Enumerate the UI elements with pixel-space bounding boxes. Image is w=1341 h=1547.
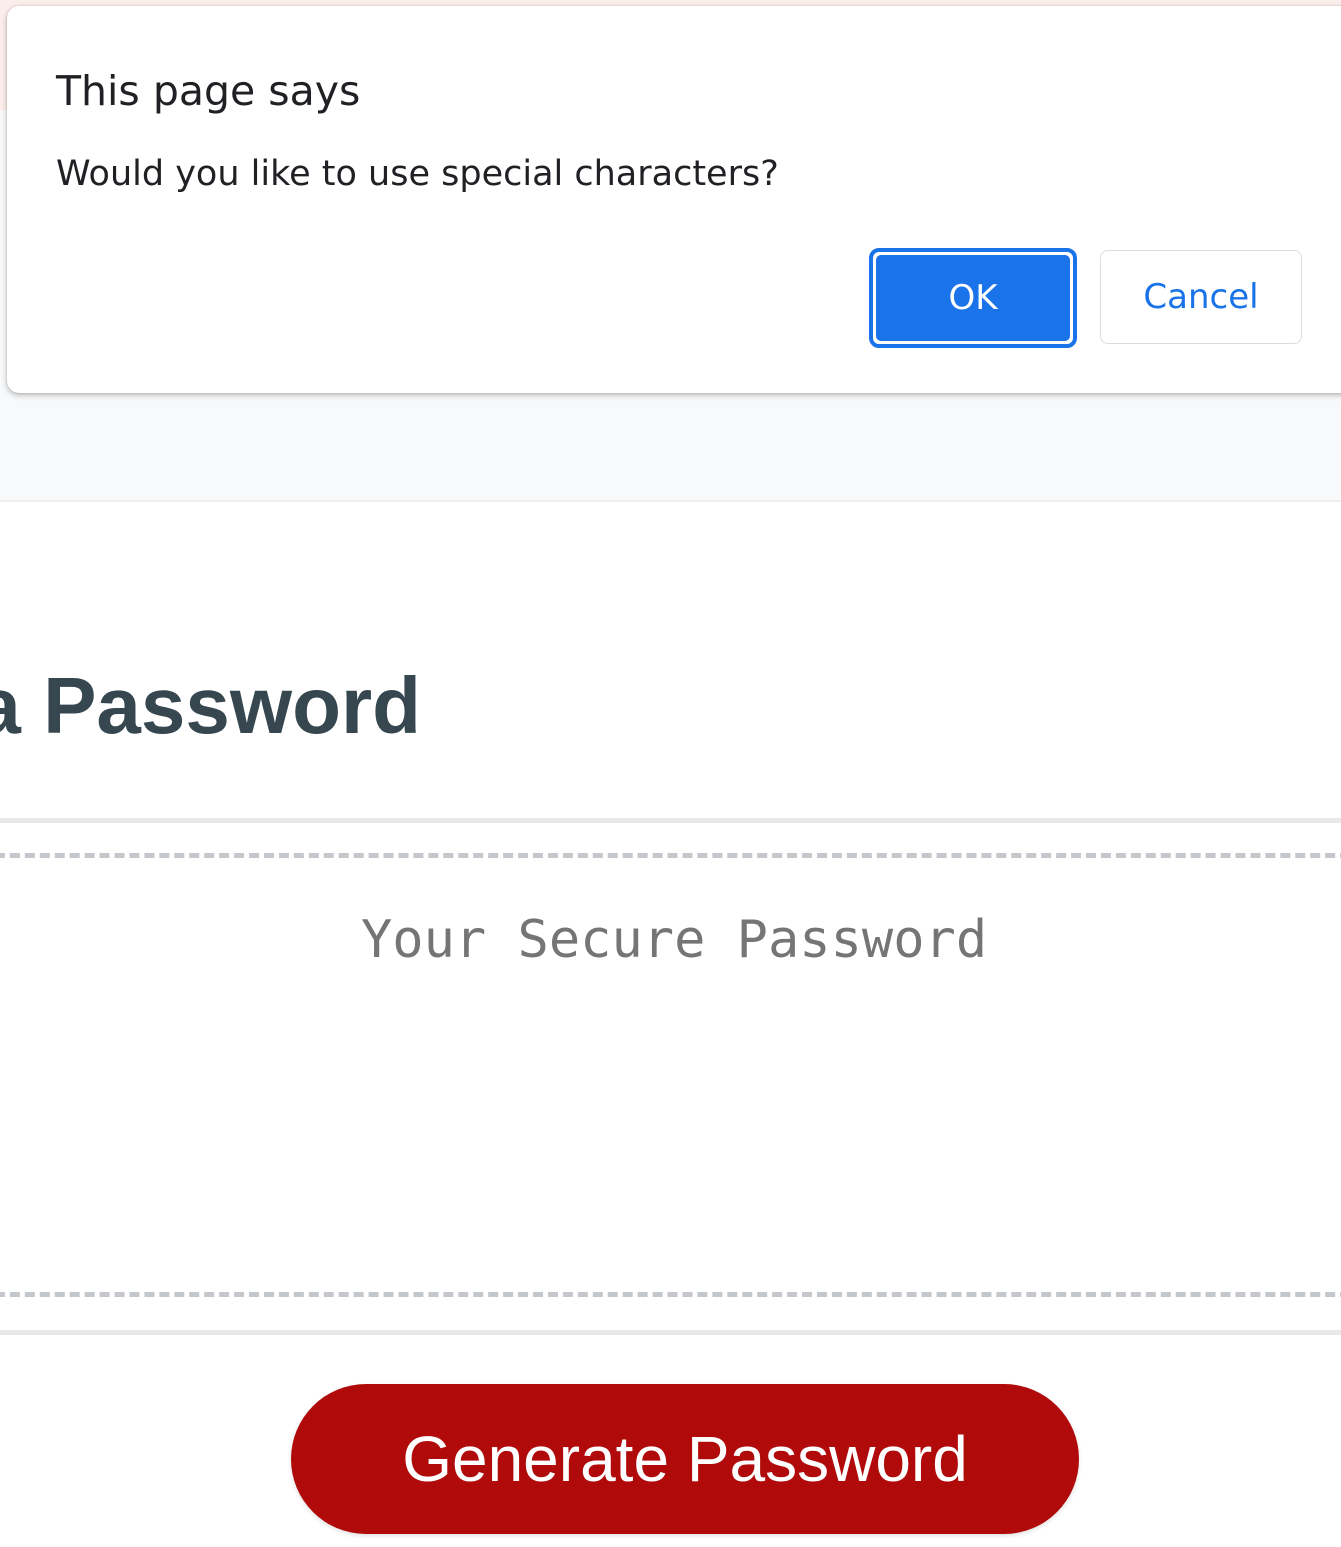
generate-password-button[interactable]: Generate Password — [291, 1384, 1079, 1534]
browser-page: a Password Your Secure Password Generate… — [0, 0, 1341, 1547]
alert-dialog: This page says Would you like to use spe… — [7, 6, 1341, 393]
dialog-message: Would you like to use special characters… — [56, 154, 779, 194]
password-placeholder: Your Secure Password — [361, 910, 988, 970]
card-divider-bottom — [0, 1330, 1341, 1335]
page-title: a Password — [0, 661, 421, 750]
ok-button[interactable]: OK — [869, 248, 1077, 348]
dialog-title: This page says — [56, 67, 361, 115]
ok-button-label: OK — [876, 255, 1070, 341]
card-divider-top — [0, 818, 1341, 823]
cancel-button[interactable]: Cancel — [1100, 250, 1302, 344]
